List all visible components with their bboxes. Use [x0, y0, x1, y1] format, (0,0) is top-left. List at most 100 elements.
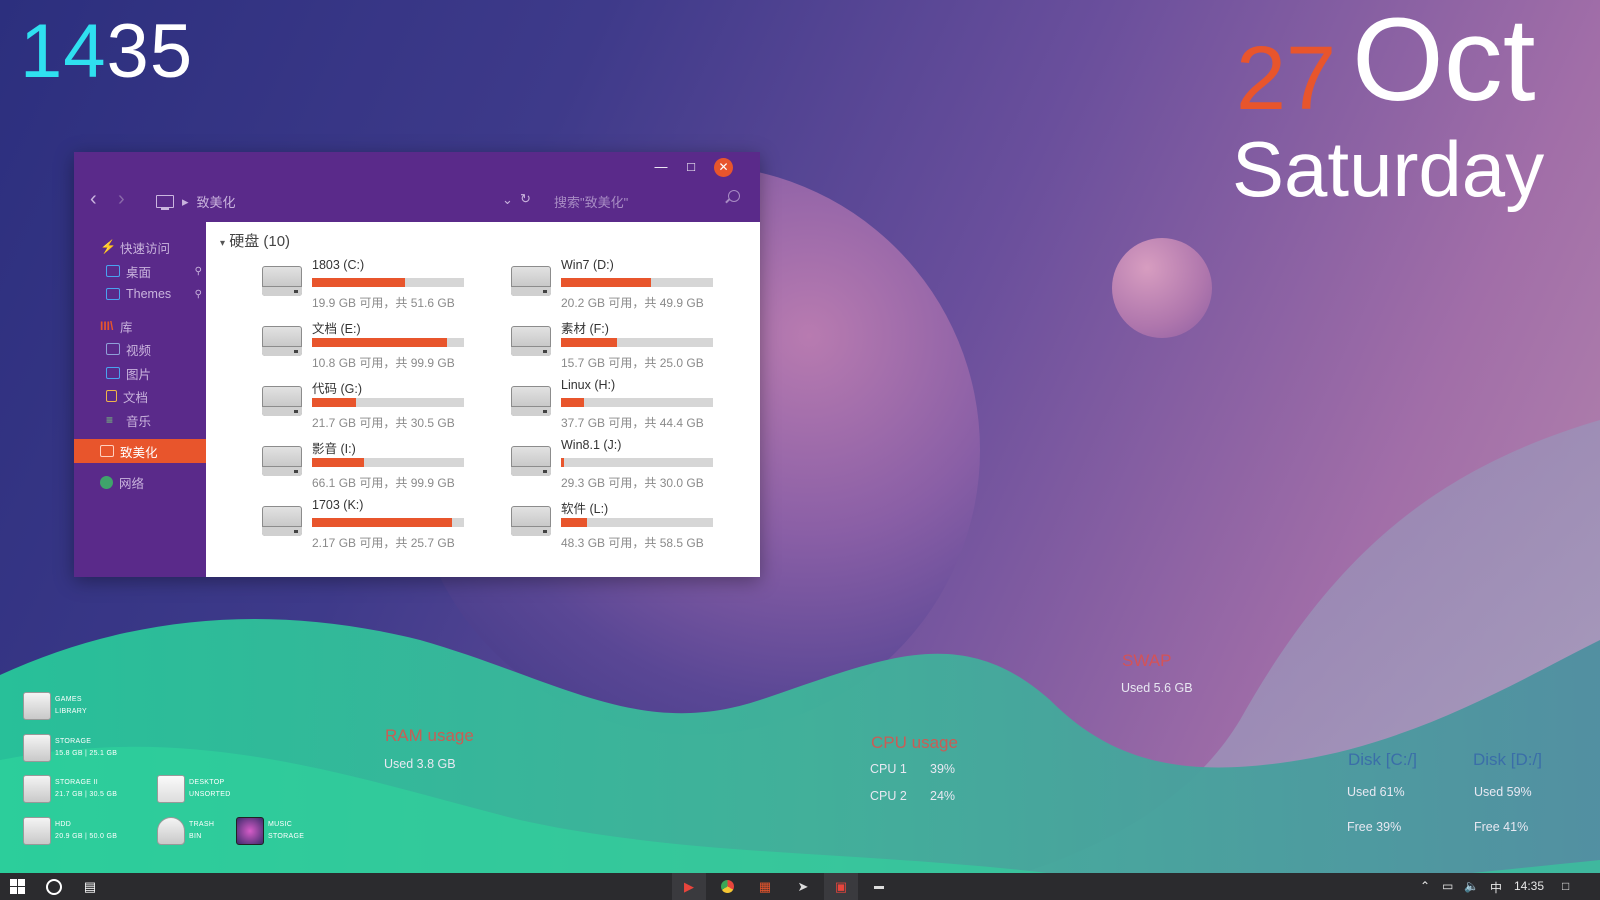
windows-logo-icon	[9, 879, 25, 894]
cpu2-value: 24%	[930, 789, 956, 803]
icon-sublabel: 20.9 GB | 50.0 GB	[55, 833, 118, 840]
taskbar-chrome[interactable]	[710, 873, 744, 900]
taskbar-card[interactable]: ▬	[862, 873, 896, 900]
search-input[interactable]: 搜索"致美化"	[554, 192, 628, 211]
breadcrumb[interactable]: ▸ 致美化	[156, 192, 236, 211]
drive-item[interactable]: 素材 (F:) 15.7 GB 可用，共 25.0 GB	[511, 318, 751, 374]
disk-c-widget-title: Disk [C:/]	[1348, 750, 1417, 769]
start-button[interactable]	[0, 873, 34, 900]
drive-item[interactable]: Win7 (D:) 20.2 GB 可用，共 49.9 GB	[511, 258, 751, 314]
clock-minute: 35	[106, 9, 194, 94]
drive-item[interactable]: 软件 (L:) 48.3 GB 可用，共 58.5 GB	[511, 498, 751, 554]
hard-drive-icon	[511, 446, 551, 476]
drives-group-header[interactable]: ▾ 硬盘 (10)	[220, 230, 290, 251]
ime-indicator[interactable]: 中	[1490, 879, 1502, 896]
drive-name: 影音 (I:)	[312, 442, 356, 456]
drive-name: 1803 (C:)	[312, 258, 365, 272]
hard-drive-icon	[511, 506, 551, 536]
taskbar-rocket[interactable]: ➤	[786, 873, 820, 900]
clock-hour: 14	[20, 9, 107, 94]
pin-icon[interactable]: ⚲	[195, 289, 202, 300]
sidebar-item-quick-access[interactable]: ⚡ 快速访问	[74, 235, 206, 259]
drive-item[interactable]: Linux (H:) 37.7 GB 可用，共 44.4 GB	[511, 378, 751, 434]
pin-icon[interactable]: ⚲	[195, 266, 202, 277]
document-icon	[106, 390, 117, 402]
desktop-icon-hdd[interactable]: HDD 20.9 GB | 50.0 GB	[23, 817, 117, 845]
drives-pane: ▾ 硬盘 (10) 1803 (C:) 19.9 GB 可用，共 51.6 GB W…	[206, 222, 760, 577]
hard-drive-icon	[511, 266, 551, 296]
disk-d-widget-title: Disk [D:/]	[1473, 750, 1542, 769]
drive-item[interactable]: Win8.1 (J:) 29.3 GB 可用，共 30.0 GB	[511, 438, 751, 494]
sidebar-item-network[interactable]: 网络	[74, 470, 206, 494]
disk-d-used: Used 59%	[1474, 785, 1532, 799]
minimize-button[interactable]: —	[652, 158, 670, 176]
desktop-clock: 1435	[20, 8, 193, 95]
icon-sublabel: 15.8 GB | 25.1 GB	[55, 750, 118, 757]
icon-label: Desktop	[189, 779, 225, 786]
sidebar-item-documents[interactable]: 文档	[74, 384, 206, 408]
collapse-arrow-icon[interactable]: ▾	[220, 238, 225, 249]
folder-icon	[106, 288, 120, 300]
drive-usage-fill	[312, 518, 452, 527]
drive-usage-fill	[561, 518, 587, 527]
taskbar-explorer[interactable]: ▣	[824, 873, 858, 900]
sidebar-item-videos[interactable]: 视频	[74, 337, 206, 361]
search-icon[interactable]	[728, 190, 740, 202]
taskbar-apps[interactable]: ▦	[748, 873, 782, 900]
back-button[interactable]: ‹	[90, 188, 97, 211]
drive-usage-bar	[312, 278, 464, 287]
drive-item[interactable]: 文档 (E:) 10.8 GB 可用，共 99.9 GB	[262, 318, 502, 374]
taskbar-clock[interactable]: 14:35	[1514, 879, 1544, 893]
search-button[interactable]	[37, 873, 71, 900]
desktop-icon-desktop-unsorted[interactable]: Desktop Unsorted	[157, 775, 231, 803]
sidebar-item-library[interactable]: III\ 库	[74, 314, 206, 338]
drive-usage-bar	[312, 458, 464, 467]
drive-usage-fill	[561, 398, 584, 407]
drive-name: 文档 (E:)	[312, 322, 361, 336]
drive-usage-bar	[561, 278, 713, 287]
drive-name: 素材 (F:)	[561, 322, 609, 336]
desktop-icon-games-library[interactable]: Games Library	[23, 692, 87, 720]
drive-item[interactable]: 1703 (K:) 2.17 GB 可用，共 25.7 GB	[262, 498, 502, 554]
ram-widget-value: Used 3.8 GB	[384, 757, 456, 771]
task-view-button[interactable]: ▤	[73, 873, 107, 900]
drive-usage-bar	[312, 338, 464, 347]
desktop-icon-storage-ii[interactable]: Storage II 21.7 GB | 30.5 GB	[23, 775, 117, 803]
card-icon: ▬	[874, 881, 884, 892]
maximize-button[interactable]: □	[682, 158, 700, 176]
sidebar-item-pictures[interactable]: 图片	[74, 361, 206, 385]
taskbar-youtube[interactable]: ▶	[672, 873, 706, 900]
drive-capacity-text: 19.9 GB 可用，共 51.6 GB	[312, 296, 455, 310]
forward-button[interactable]: ›	[118, 188, 125, 211]
sidebar-item-themes[interactable]: Themes ⚲	[74, 282, 206, 306]
drive-item[interactable]: 代码 (G:) 21.7 GB 可用，共 30.5 GB	[262, 378, 502, 434]
title-bar[interactable]: — □ ✕	[74, 152, 760, 182]
drive-usage-bar	[561, 398, 713, 407]
sidebar-item-label: Themes	[126, 287, 172, 301]
desktop-icon-storage[interactable]: Storage 15.8 GB | 25.1 GB	[23, 734, 117, 762]
icon-label: Trash	[189, 821, 215, 828]
group-title-label: 硬盘 (10)	[229, 233, 291, 250]
sidebar-item-music[interactable]: ≡ 音乐	[74, 408, 206, 432]
chevron-down-icon[interactable]: ⌄	[502, 192, 513, 208]
network-icon[interactable]: ▭	[1442, 879, 1453, 893]
desktop-icon-music-storage[interactable]: Music Storage	[236, 817, 304, 845]
drive-usage-bar	[312, 518, 464, 527]
disk-d-free: Free 41%	[1474, 820, 1529, 834]
drive-capacity-text: 37.7 GB 可用，共 44.4 GB	[561, 416, 704, 430]
drive-item[interactable]: 影音 (I:) 66.1 GB 可用，共 99.9 GB	[262, 438, 502, 494]
refresh-button[interactable]: ↻	[520, 191, 531, 207]
desktop-icon-trash-bin[interactable]: Trash Bin	[157, 817, 214, 845]
music-icon: ≡	[106, 413, 114, 427]
show-hidden-icons-chevron-icon[interactable]: ⌃	[1420, 879, 1430, 893]
sidebar-item-desktop[interactable]: 桌面 ⚲	[74, 259, 206, 283]
close-button[interactable]: ✕	[714, 158, 733, 177]
icon-sublabel: 21.7 GB | 30.5 GB	[55, 791, 118, 798]
gamepad-icon	[23, 692, 51, 720]
sidebar-item-this-pc[interactable]: 致美化	[74, 439, 206, 463]
volume-icon[interactable]: 🔈	[1464, 879, 1479, 893]
notification-icon[interactable]: □	[1562, 879, 1569, 893]
hard-drive-icon	[262, 266, 302, 296]
archive-icon	[157, 775, 185, 803]
drive-item[interactable]: 1803 (C:) 19.9 GB 可用，共 51.6 GB	[262, 258, 502, 314]
